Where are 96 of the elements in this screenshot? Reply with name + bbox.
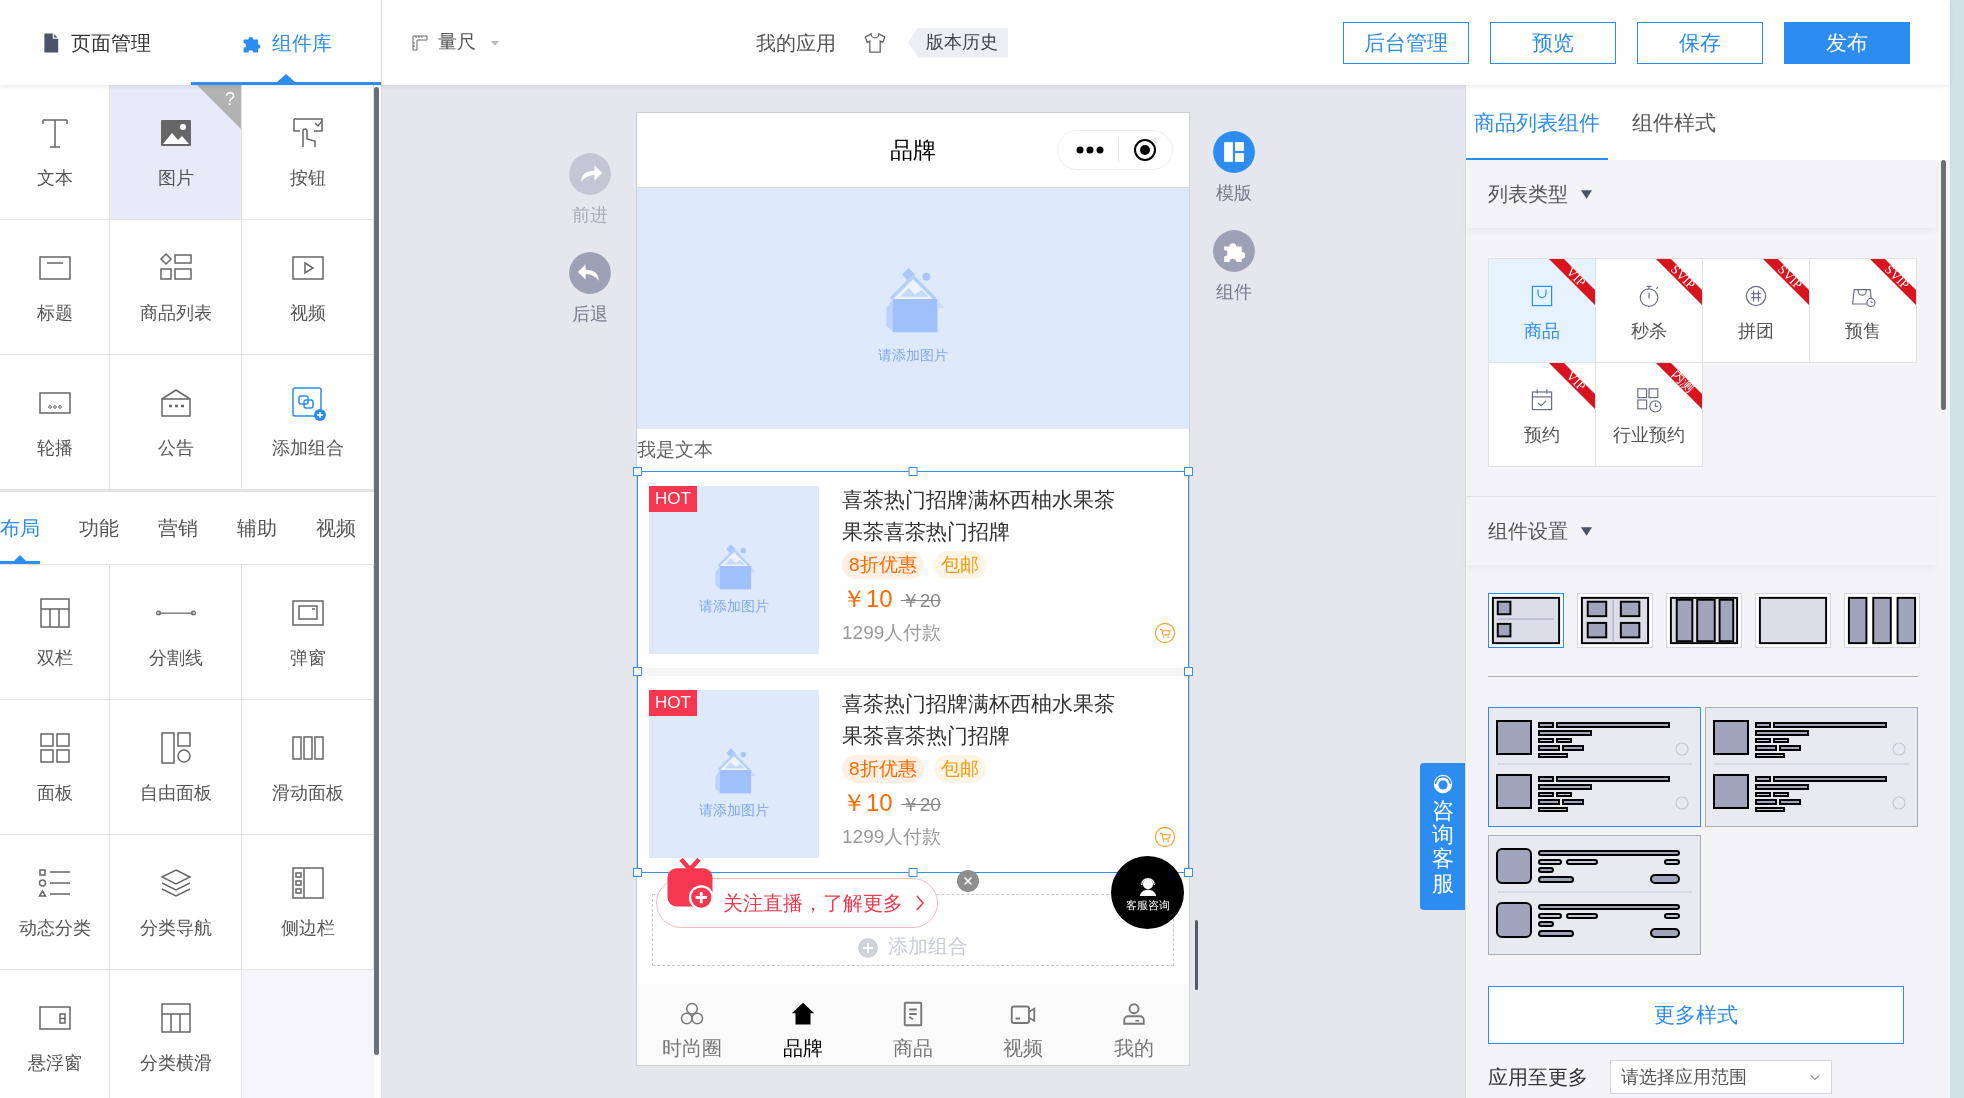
component-tile[interactable]: 滑动面板 bbox=[242, 700, 374, 835]
list-type-tile[interactable]: 商品 VIP bbox=[1489, 259, 1596, 363]
close-icon bbox=[962, 875, 974, 887]
category-tab[interactable]: 辅助 bbox=[237, 492, 277, 564]
text-label: 我是文本 bbox=[637, 437, 713, 462]
component-tile[interactable]: 侧边栏 bbox=[242, 835, 374, 970]
product-title: 喜茶热门招牌满杯西柚水果茶果茶喜茶热门招牌 bbox=[842, 487, 1116, 545]
component-tile[interactable]: 添加组合 bbox=[242, 355, 374, 490]
record-icon bbox=[1133, 138, 1157, 162]
category-tab[interactable]: 功能 bbox=[79, 492, 119, 564]
product-tag: 包邮 bbox=[933, 551, 986, 579]
component-tile[interactable]: 自由面板 bbox=[110, 700, 242, 835]
component-tile[interactable]: 商品列表 bbox=[110, 220, 242, 355]
scope-select[interactable]: 请选择应用范围 bbox=[1610, 1060, 1832, 1094]
component-tile[interactable]: 标题 bbox=[0, 220, 110, 355]
component-tile[interactable]: 双栏 bbox=[0, 565, 110, 700]
resize-handle[interactable] bbox=[908, 467, 918, 476]
scrollbar[interactable] bbox=[1195, 920, 1198, 990]
component-tile[interactable]: 分割线 bbox=[110, 565, 242, 700]
headset-icon bbox=[1431, 773, 1454, 795]
hot-badge: HOT bbox=[649, 486, 697, 512]
component-tile[interactable]: 轮播 bbox=[0, 355, 110, 490]
ruler-button[interactable]: 量尺 bbox=[410, 28, 502, 57]
bottom-tab[interactable]: 视频 bbox=[968, 984, 1079, 1065]
close-button[interactable] bbox=[957, 870, 979, 892]
plus-circle-icon bbox=[858, 938, 878, 958]
my-apps-link[interactable]: 我的应用 bbox=[756, 27, 836, 58]
component-tile[interactable]: 文本 bbox=[0, 85, 110, 220]
scrollbar[interactable] bbox=[1941, 160, 1946, 410]
resize-handle[interactable] bbox=[1184, 868, 1193, 877]
cart-icon bbox=[1154, 826, 1176, 849]
original-price: ￥20 bbox=[900, 793, 941, 817]
component-tile[interactable]: 按钮 bbox=[242, 85, 374, 220]
product-title: 喜茶热门招牌满杯西柚水果茶果茶喜茶热门招牌 bbox=[842, 691, 1116, 749]
select-placeholder: 请选择应用范围 bbox=[1621, 1065, 1747, 1089]
placeholder-text: 请添加图片 bbox=[699, 596, 769, 616]
customer-service-button[interactable]: 客服咨询 bbox=[1111, 856, 1184, 929]
style-option[interactable] bbox=[1488, 707, 1701, 827]
sales-count: 1299人付款 bbox=[842, 825, 942, 849]
caret-icon bbox=[1580, 525, 1593, 537]
divider-line-icon bbox=[155, 608, 196, 617]
original-price: ￥20 bbox=[900, 589, 941, 613]
component-tile[interactable]: 分类导航 bbox=[110, 835, 242, 970]
chevron-down-icon bbox=[1809, 1072, 1821, 1082]
resize-handle[interactable] bbox=[633, 667, 642, 676]
hot-badge: HOT bbox=[649, 690, 697, 716]
style-option[interactable] bbox=[1488, 835, 1701, 955]
cart-icon bbox=[1154, 622, 1176, 645]
price: ￥10 bbox=[842, 584, 893, 614]
category-tab[interactable]: 营销 bbox=[158, 492, 198, 564]
layout-option[interactable] bbox=[1488, 593, 1564, 648]
placeholder-text: 请添加图片 bbox=[699, 800, 769, 820]
bottom-tab[interactable]: 时尚圈 bbox=[637, 984, 748, 1065]
canvas-nav-button[interactable]: 后退 bbox=[568, 251, 612, 328]
list-type-tile[interactable]: 预约 VIP bbox=[1489, 363, 1596, 467]
component-tile[interactable]: 动态分类 bbox=[0, 835, 110, 970]
ruler-icon bbox=[410, 32, 430, 53]
bottom-tab[interactable]: 商品 bbox=[857, 984, 969, 1065]
placeholder-text: 请添加图片 bbox=[878, 346, 948, 365]
tiles-icon bbox=[1212, 130, 1256, 174]
resize-handle[interactable] bbox=[633, 467, 642, 476]
scrollbar[interactable] bbox=[374, 87, 379, 1055]
product-tag: 包邮 bbox=[933, 755, 986, 783]
bottom-tab[interactable]: 我的 bbox=[1078, 984, 1190, 1065]
section-header[interactable]: 列表类型 bbox=[1466, 160, 1936, 228]
section-header[interactable]: 组件设置 bbox=[1466, 497, 1936, 565]
bottom-tab[interactable]: 品牌 bbox=[747, 984, 858, 1065]
component-tile[interactable]: 图片 ? bbox=[110, 85, 242, 220]
product-tag: 8折优惠 bbox=[842, 551, 924, 579]
version-history-tag[interactable]: 版本历史 bbox=[908, 27, 1008, 58]
resize-handle[interactable] bbox=[633, 868, 642, 877]
apply-label: 应用至更多 bbox=[1488, 1065, 1588, 1090]
live-follow-toast[interactable]: 关注直播，了解更多 bbox=[656, 878, 938, 928]
style-option[interactable] bbox=[1705, 707, 1918, 827]
component-tile[interactable]: 面板 bbox=[0, 700, 110, 835]
resize-handle[interactable] bbox=[908, 868, 918, 877]
resize-handle[interactable] bbox=[1184, 467, 1193, 476]
component-tile[interactable]: 视频 bbox=[242, 220, 374, 355]
chevron-right-icon bbox=[913, 894, 925, 912]
canvas-nav-button[interactable]: 模版 bbox=[1212, 130, 1256, 207]
page-title: 品牌 bbox=[890, 135, 936, 165]
caret-icon bbox=[1580, 188, 1593, 200]
cart-button[interactable] bbox=[1154, 622, 1176, 645]
settings-tab[interactable]: 组件样式 bbox=[1624, 85, 1724, 160]
puzzle-icon bbox=[1212, 229, 1256, 273]
help-corner-badge: ? bbox=[197, 85, 241, 129]
cart-button[interactable] bbox=[1154, 826, 1176, 849]
resize-handle[interactable] bbox=[1184, 667, 1193, 676]
sales-count: 1299人付款 bbox=[842, 621, 942, 645]
component-tile[interactable]: 弹窗 bbox=[242, 565, 374, 700]
component-tile[interactable]: 公告 bbox=[110, 355, 242, 490]
category-tab[interactable]: 视频 bbox=[316, 492, 356, 564]
price: ￥10 bbox=[842, 788, 893, 818]
top-tab[interactable]: 页面管理 bbox=[0, 0, 191, 85]
product-tag: 8折优惠 bbox=[842, 755, 924, 783]
capsule-control[interactable] bbox=[1057, 130, 1173, 170]
